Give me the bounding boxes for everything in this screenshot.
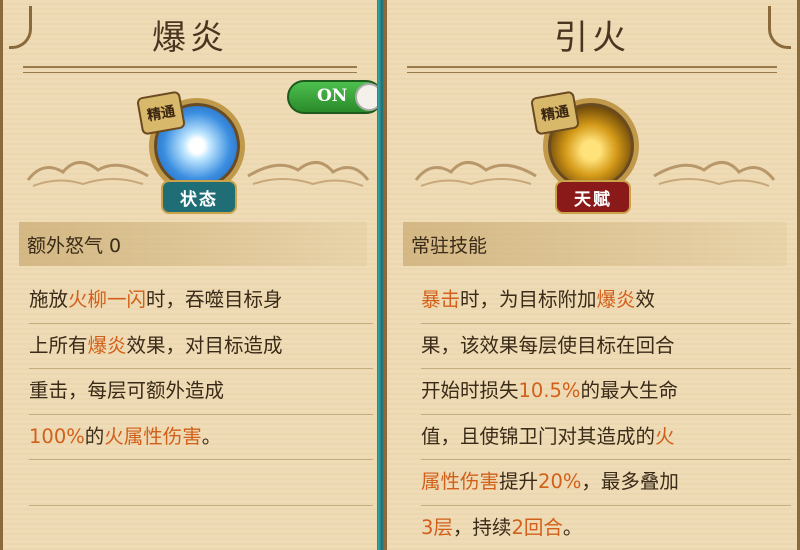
toggle-label: ON	[317, 86, 348, 106]
highlight-term: 火柳一闪	[68, 288, 147, 311]
description-text: ，持续	[452, 515, 512, 539]
description-line: 属性伤害提升20%，最多叠加	[421, 460, 791, 506]
description-line: 施放火柳一闪时，吞噬目标身	[29, 278, 373, 324]
description-text: 效	[635, 288, 656, 311]
description-text: 。	[562, 515, 583, 539]
description-text: 效果，对目标造成	[126, 333, 283, 357]
description-text: 时，为目标附加	[460, 288, 597, 311]
skill-badge: 精通 状态	[136, 90, 251, 222]
highlight-term: 3层	[421, 515, 453, 539]
highlight-term: 火	[655, 424, 675, 448]
skill-card-baoyan: 爆炎 精通 状态 ON 额外怒气 0 施放火柳一闪时，吞噬目标身 上所有爆炎效果，…	[0, 0, 380, 550]
highlight-term: 20%	[538, 470, 582, 493]
description-text: 施放	[29, 288, 69, 311]
description-line: 上所有爆炎效果，对目标造成	[29, 324, 373, 369]
description-line	[29, 460, 373, 506]
description-text: ，最多叠加	[581, 470, 679, 493]
description-line	[29, 506, 373, 550]
cloud-ornament-left	[26, 161, 149, 187]
skill-description: 施放火柳一闪时，吞噬目标身 上所有爆炎效果，对目标造成 重击，每层可额外造成 100%…	[29, 278, 373, 550]
skill-type-tag: 天赋	[555, 180, 631, 214]
cloud-ornament-right	[653, 161, 776, 187]
skill-badge: 精通 天赋	[530, 90, 645, 222]
description-text: 开始时损失	[421, 379, 519, 402]
skill-toggle[interactable]: ON	[287, 80, 377, 114]
title-divider-thin	[407, 72, 777, 73]
highlight-term: 属性伤害	[421, 470, 500, 493]
description-text: 的最大生命	[580, 379, 678, 402]
description-text: 果，该效果每层使目标在回合	[421, 333, 675, 357]
card-title: 引火	[554, 18, 630, 58]
description-text: 。	[201, 424, 222, 448]
description-line: 重击，每层可额外造成	[29, 369, 373, 415]
description-text: 的	[84, 424, 105, 448]
description-line: 值，且使锦卫门对其造成的火	[421, 415, 791, 460]
highlight-term: 爆炎	[87, 333, 127, 357]
cloud-ornament-left	[414, 161, 537, 187]
description-line: 100%的火属性伤害。	[29, 415, 373, 460]
toggle-knob[interactable]	[355, 83, 377, 111]
card-subtitle: 额外怒气 0	[19, 222, 367, 266]
description-line: 暴击时，为目标附加爆炎效	[421, 278, 791, 324]
description-line: 开始时损失10.5%的最大生命	[421, 369, 791, 415]
mastery-tag: 精通	[530, 90, 580, 136]
highlight-term: 10.5%	[518, 379, 581, 402]
highlight-term: 爆炎	[596, 288, 636, 311]
description-text: 时，吞噬目标身	[146, 288, 283, 311]
description-text: 重击，每层可额外造成	[29, 379, 225, 402]
highlight-term: 暴击	[421, 288, 461, 311]
highlight-term: 100%	[29, 424, 85, 448]
description-text: 上所有	[29, 333, 88, 357]
description-line: 果，该效果每层使目标在回合	[421, 324, 791, 369]
highlight-term: 火属性伤害	[104, 424, 202, 448]
title-divider	[23, 66, 357, 68]
title-divider	[407, 66, 777, 68]
skill-type-tag: 状态	[161, 180, 237, 214]
card-subtitle: 常驻技能	[403, 222, 787, 266]
description-text: 值，且使锦卫门对其造成的	[421, 424, 656, 448]
description-text: 提升	[499, 470, 539, 493]
card-title: 爆炎	[152, 18, 228, 58]
highlight-term: 2回合	[511, 515, 563, 539]
skill-description: 暴击时，为目标附加爆炎效 果，该效果每层使目标在回合 开始时损失10.5%的最大生命…	[421, 278, 791, 550]
title-divider-thin	[23, 72, 357, 73]
description-line: 3层，持续2回合。	[421, 506, 791, 550]
cloud-ornament-right	[247, 161, 370, 187]
skill-card-yinhuo: 引火 精通 天赋 常驻技能 暴击时，为目标附加爆炎效 果，该效果每层使目标在回合开…	[384, 0, 800, 550]
mastery-tag: 精通	[136, 90, 186, 136]
